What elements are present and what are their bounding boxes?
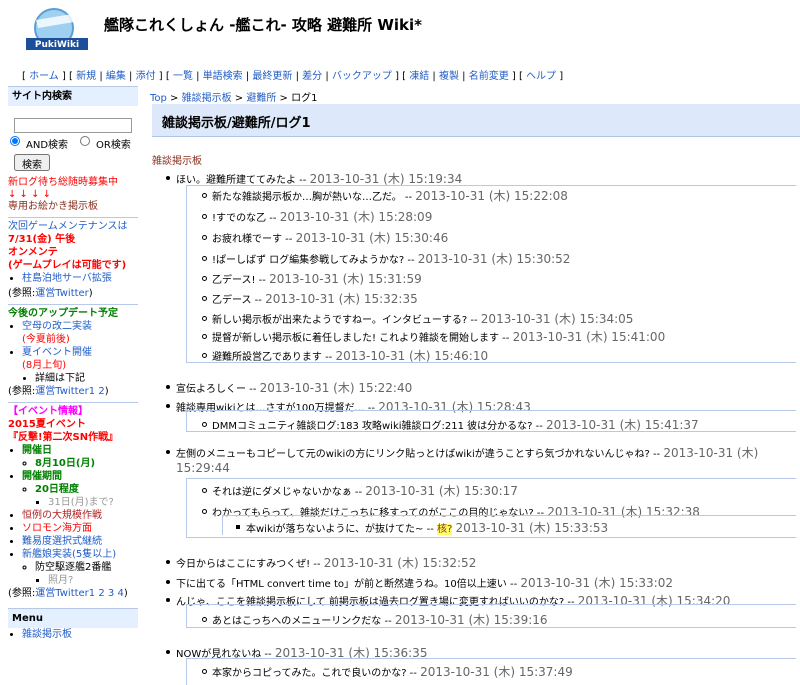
recruit-text[interactable]: 新ログ待ち総随時募集中 [8, 176, 138, 189]
maintenance-type: オンメンテ [8, 247, 58, 258]
nav-search[interactable]: 単語検索 [203, 71, 243, 82]
board-link[interactable]: 雑談掲示板 [152, 152, 202, 167]
breadcrumb-refuge[interactable]: 避難所 [246, 93, 276, 104]
reply: お疲れ様でーす -- 2013-10-31 (木) 15:30:46 [212, 231, 449, 245]
reply: それは逆にダメじゃないかなぁ -- 2013-10-31 (木) 15:30:1… [212, 484, 518, 498]
logo-text: PukiWiki [35, 40, 79, 50]
nav-home[interactable]: ホーム [29, 71, 59, 82]
event-item-2: ソロモン海方面 [22, 523, 92, 534]
reply: 本wikiが落ちないように、が抜けてた~ -- 核? 2013-10-31 (木… [246, 521, 609, 535]
event-period-label: 開催期間 [22, 471, 62, 482]
comment: 宣伝よろしくー -- 2013-10-31 (木) 15:22:40 [176, 381, 413, 395]
update-item-2[interactable]: 夏イベント開催 [22, 347, 92, 358]
reply: !ぱーしばず ログ編集参戦してみようかな? -- 2013-10-31 (木) … [212, 252, 571, 266]
menu-title: Menu [8, 608, 138, 628]
event-item-4-sub2: 照月? [48, 575, 74, 586]
update-detail: 詳細は下記 [35, 373, 85, 384]
twitter-ref-3-2[interactable]: 2 [98, 588, 104, 599]
nav-help[interactable]: ヘルプ [526, 71, 556, 82]
maintenance-item[interactable]: 柱島泊地サーバ拡張 [22, 273, 112, 284]
comment: 今日からはここにすみつくぜ! -- 2013-10-31 (木) 15:32:5… [176, 556, 477, 570]
reply: 新しい掲示板が出来たようですねー。インタビューする? -- 2013-10-31… [212, 312, 634, 326]
breadcrumb-current: ログ1 [291, 93, 318, 104]
update-item-1[interactable]: 空母の改二実装 [22, 321, 92, 332]
event-start-label: 開催日 [22, 445, 52, 456]
recruit-arrows: ↓ ↓ ↓ ↓ [8, 189, 52, 200]
twitter-ref-1[interactable]: 1 [89, 386, 95, 397]
nav-edit[interactable]: 編集 [106, 71, 126, 82]
reply: あとはこっちへのメニューリンクだな -- 2013-10-31 (木) 15:3… [212, 613, 548, 627]
event-start-date: 8月10日(月) [35, 458, 96, 469]
nav-rename[interactable]: 名前変更 [469, 71, 509, 82]
page-title-bar: 雑談掲示板/避難所/ログ1 [152, 104, 800, 137]
nav-attach[interactable]: 添付 [136, 71, 156, 82]
official-twitter-link-3[interactable]: 運営Twitter [35, 588, 89, 599]
update-item-2-sub: (8月上旬) [22, 360, 67, 371]
event-item-4-sub: 防空駆逐艦2番艦 [35, 562, 112, 573]
reply: 本家からコピってみた。これで良いのかな? -- 2013-10-31 (木) 1… [212, 665, 573, 679]
update-item-1-sub: (今夏前後) [22, 334, 70, 345]
breadcrumb: Top > 雑談掲示板 > 避難所 > ログ1 [150, 93, 318, 104]
and-radio[interactable] [10, 136, 20, 146]
event-period: 20日程度 [35, 484, 79, 495]
twitter-ref-3-3[interactable]: 3 [108, 588, 114, 599]
menu-item-board[interactable]: 雑談掲示板 [22, 629, 72, 640]
event-title: 【イベント情報】 [8, 406, 88, 417]
reply: 新たな雑談掲示板か…胸が熱いな…乙だ。 -- 2013-10-31 (木) 15… [212, 189, 568, 203]
sidebar: サイト内検索 AND検索 OR検索 検索 新ログ待ち総随時募集中 ↓ ↓ ↓ ↓… [8, 86, 138, 641]
reply: DMMコミュニティ雑談ログ:183 攻略wiki雑談ログ:211 彼は分かるな?… [212, 418, 699, 432]
reply: 避難所設営乙であります -- 2013-10-31 (木) 15:46:10 [212, 349, 489, 363]
author-link[interactable]: 核? [437, 524, 453, 535]
nav-new[interactable]: 新規 [76, 71, 96, 82]
page-title: 雑談掲示板/避難所/ログ1 [162, 116, 311, 131]
pukiwiki-logo[interactable]: PukiWiki [24, 2, 92, 60]
nav-diff[interactable]: 差分 [302, 71, 322, 82]
search-button[interactable]: 検索 [14, 154, 50, 171]
event-item-4[interactable]: 新艦娘実装(5隻以上) [22, 549, 116, 560]
nav-copy[interactable]: 複製 [439, 71, 459, 82]
maintenance-note: (ゲームプレイは可能です) [8, 260, 127, 271]
maintenance-date: 7/31(金) 午後 [8, 234, 76, 245]
official-twitter-link-2[interactable]: 運営Twitter [35, 386, 89, 397]
twitter-ref-3-1[interactable]: 1 [89, 588, 95, 599]
official-twitter-link[interactable]: 運営Twitter [35, 288, 89, 299]
search-input[interactable] [14, 118, 132, 133]
nav-list[interactable]: 一覧 [173, 71, 193, 82]
update-title: 今後のアップデート予定 [8, 308, 118, 319]
or-label: OR検索 [96, 140, 131, 151]
reply: 提督が新しい掲示板に着任しました! これより雑談を開始します -- 2013-1… [212, 330, 666, 344]
search-box [8, 106, 138, 136]
and-label: AND検索 [26, 140, 69, 151]
site-title: 艦隊これくしょん -艦これ- 攻略 避難所 Wiki* [104, 16, 422, 34]
reply: !すでのな乙 -- 2013-10-31 (木) 15:28:09 [212, 210, 433, 224]
event-name: 2015夏イベント [8, 419, 86, 430]
top-navigation: [ ホーム ] [ 新規 | 編集 | 添付 ] [ 一覧 | 単語検索 | 最… [22, 71, 564, 82]
header: PukiWiki 艦隊これくしょん -艦これ- 攻略 避難所 Wiki* [0, 0, 800, 62]
nav-freeze[interactable]: 凍結 [409, 71, 429, 82]
comment: んじゃ、ここを雑談掲示板にして 前掲示板は過去ログ置き場に変更すればいいのかな?… [176, 594, 731, 608]
comment: 下に出てる「HTML convert time to」が前と断然違うね。10倍以… [176, 576, 673, 590]
or-radio[interactable] [80, 136, 90, 146]
maintenance-notice[interactable]: 次回ゲームメンテナンスは [8, 220, 138, 233]
breadcrumb-top[interactable]: Top [150, 93, 167, 104]
comment: 左側のメニューもコピーして元のwikiの方にリンク貼っとけばwikiが違うことす… [176, 446, 759, 460]
reply: わかってもらって、雑談だけこっちに移すってのがここの目的じゃない? -- 201… [212, 505, 700, 519]
event-period-sub: 31日(月)まで? [48, 497, 114, 508]
oekaki-board-link[interactable]: 専用お絵かき掲示板 [8, 200, 138, 213]
comment: 雑談専用wikiとは…さすが100万提督だ… -- 2013-10-31 (木)… [176, 400, 531, 414]
reply: 乙デース! -- 2013-10-31 (木) 15:31:59 [212, 272, 422, 286]
reply: 乙デース -- 2013-10-31 (木) 15:32:35 [212, 292, 418, 306]
search-options: AND検索 OR検索 [8, 136, 138, 154]
nav-recent[interactable]: 最終更新 [252, 71, 292, 82]
event-operation: 『反撃!第二次SN作戦』 [8, 432, 119, 443]
event-item-3[interactable]: 難易度選択式継続 [22, 536, 102, 547]
breadcrumb-board[interactable]: 雑談掲示板 [182, 93, 232, 104]
search-title: サイト内検索 [8, 86, 138, 106]
event-item-1: 恒例の大規模作戦 [22, 510, 102, 521]
nav-backup[interactable]: バックアップ [332, 71, 392, 82]
